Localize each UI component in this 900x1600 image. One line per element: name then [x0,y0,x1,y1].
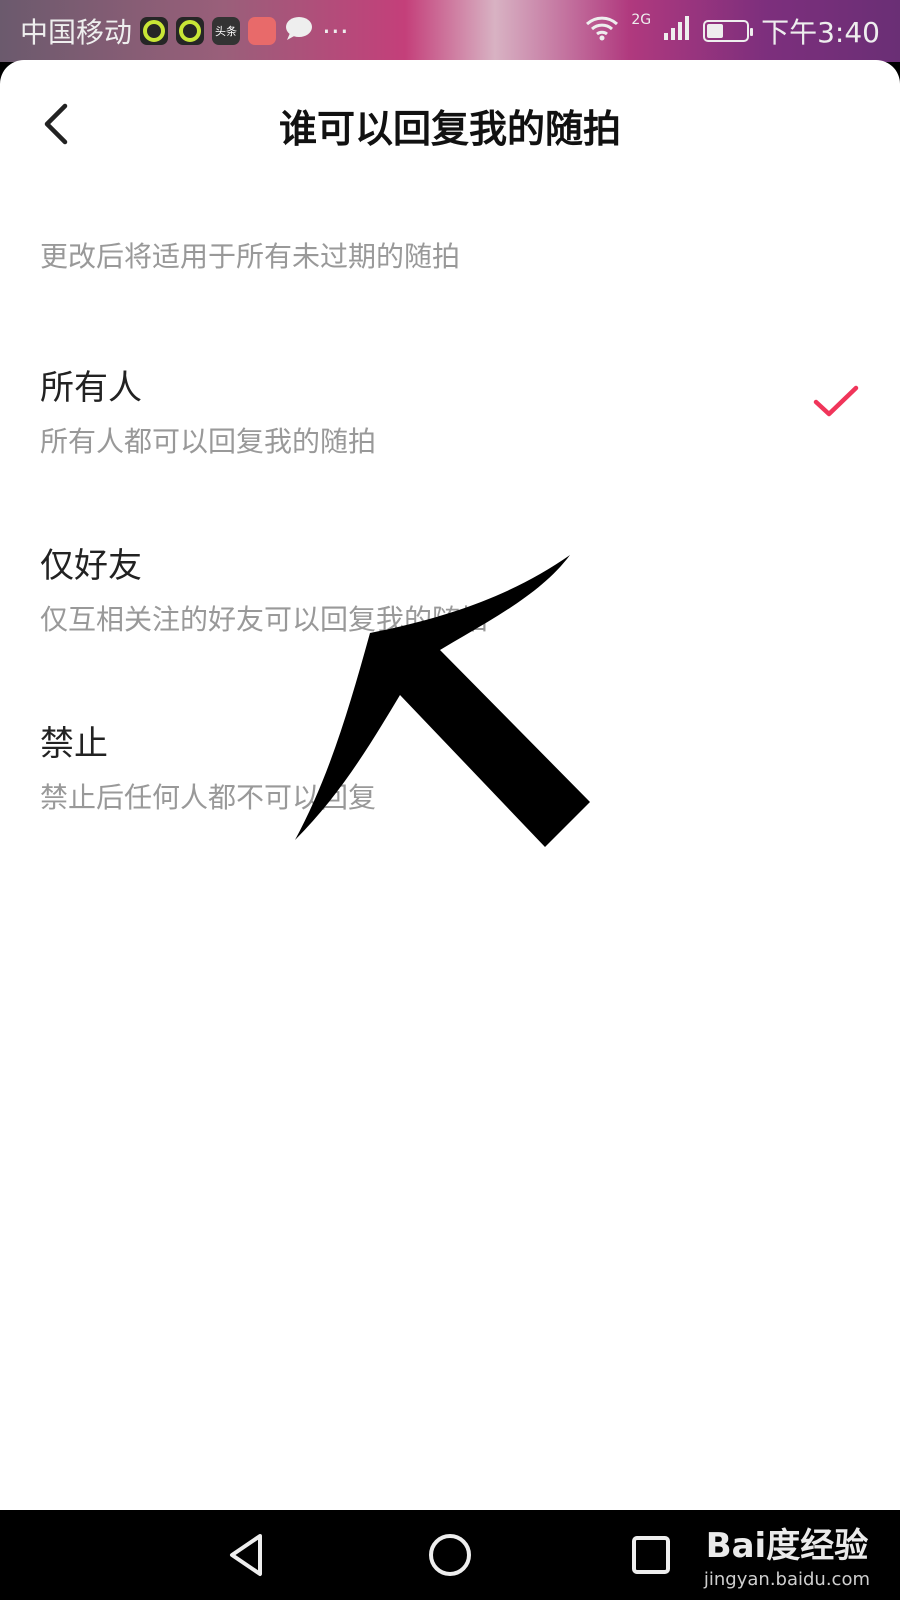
baidu-watermark: Bai度经验 jingyan.baidu.com [704,1518,870,1590]
red-app-icon [248,17,277,45]
nav-header: 谁可以回复我的随拍 [0,60,900,190]
network-type-label: 2G [631,12,652,28]
watermark-logo: Bai度经验 [705,1526,869,1566]
settings-sheet: 谁可以回复我的随拍 更改后将适用于所有未过期的随拍 所有人 所有人都可以回复我的… [0,60,900,1510]
wifi-icon [585,14,619,49]
clock-label: 下午3:40 [761,16,880,49]
status-left: 中国移动 头条 ··· [20,12,349,50]
option-title: 禁止 [40,724,108,764]
signal-icon [663,15,691,48]
ring-app-icon [176,17,205,45]
home-circle-icon[interactable] [425,1530,475,1580]
option-friends-only[interactable]: 仅好友 仅互相关注的好友可以回复我的随拍 [0,538,900,688]
ring-app-icon [140,17,169,45]
option-disabled[interactable]: 禁止 禁止后任何人都不可以回复 [0,716,900,866]
battery-icon [703,20,754,42]
chat-bubble-icon [284,15,314,48]
watermark-url: jingyan.baidu.com [703,1569,870,1590]
back-triangle-icon[interactable] [222,1530,272,1580]
page-title: 谁可以回复我的随拍 [278,107,621,151]
toutiao-icon: 头条 [212,17,241,45]
status-bar: 中国移动 头条 ··· 2G 下午3:40 [0,0,900,62]
carrier-label: 中国移动 [20,16,133,49]
recents-square-icon[interactable] [626,1530,676,1580]
status-right: 2G 下午3:40 [585,12,880,50]
option-description: 仅互相关注的好友可以回复我的随拍 [40,603,489,636]
hint-text: 更改后将适用于所有未过期的随拍 [40,240,461,273]
option-description: 所有人都可以回复我的随拍 [40,425,377,458]
checkmark-icon [813,385,859,417]
more-notifications-icon: ··· [322,14,349,48]
option-title: 所有人 [40,368,142,408]
system-nav-bar: Bai度经验 jingyan.baidu.com [0,1510,900,1600]
option-description: 禁止后任何人都不可以回复 [40,781,377,814]
option-title: 仅好友 [40,546,142,586]
option-everyone[interactable]: 所有人 所有人都可以回复我的随拍 [0,360,900,510]
